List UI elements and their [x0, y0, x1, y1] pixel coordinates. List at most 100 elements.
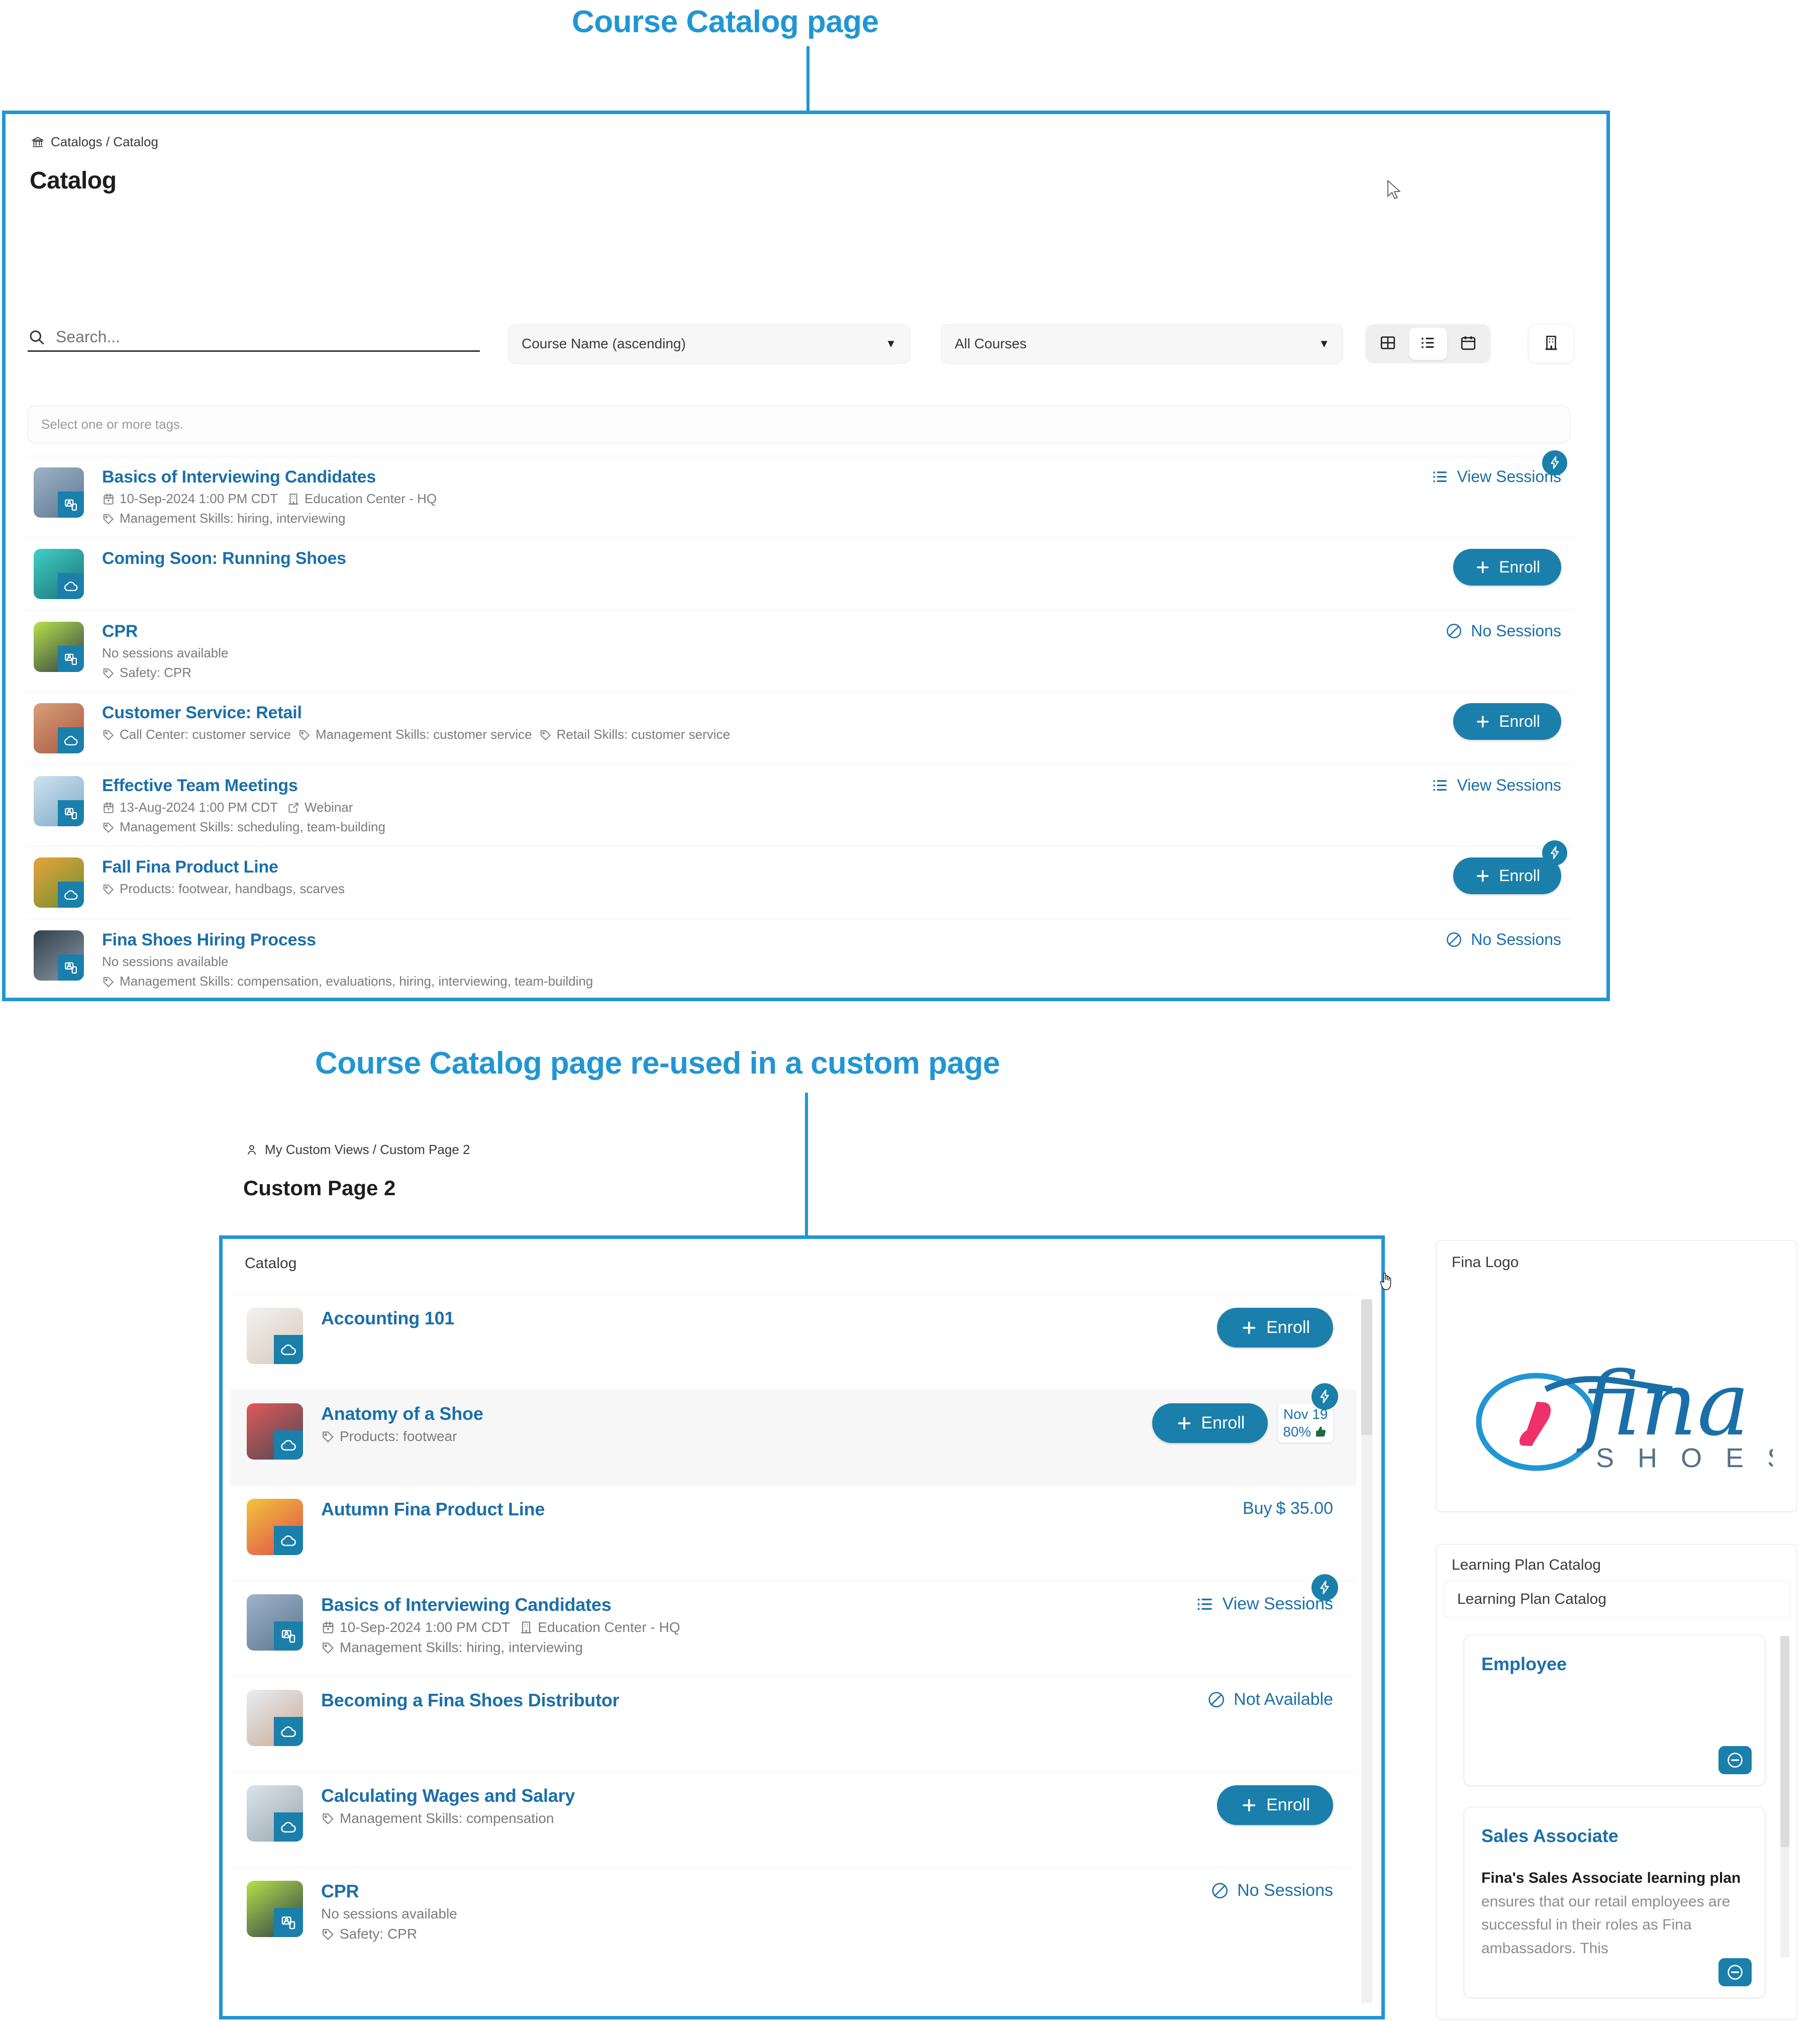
course-row[interactable]: Effective Team Meetings 13-Aug-2024 1:00 …	[26, 764, 1573, 846]
enroll-button[interactable]: Enroll	[1453, 857, 1561, 894]
course-tags: Management Skills: hiring, interviewing	[102, 511, 1416, 526]
course-title-link[interactable]: Basics of Interviewing Candidates	[102, 467, 1416, 487]
enroll-button-label: Enroll	[1499, 867, 1540, 885]
course-thumbnail[interactable]	[34, 930, 84, 981]
course-row[interactable]: Basics of Interviewing Candidates 10-Sep-…	[231, 1574, 1356, 1676]
course-row[interactable]: Becoming a Fina Shoes Distributor Not Ava…	[231, 1676, 1356, 1772]
course-row[interactable]: Customer Service: Retail Call Center: cus…	[26, 692, 1573, 764]
course-title-link[interactable]: Calculating Wages and Salary	[321, 1785, 1202, 1806]
thumbs-up-icon	[1314, 1425, 1328, 1439]
course-title-link[interactable]: Effective Team Meetings	[102, 776, 1416, 796]
course-title-link[interactable]: CPR	[321, 1881, 1195, 1902]
course-title-link[interactable]: CPR	[102, 622, 1430, 641]
course-filter-select[interactable]: All Courses ▼	[941, 324, 1343, 363]
learning-plan-subtitle-box[interactable]: Learning Plan Catalog	[1444, 1581, 1790, 1618]
course-thumbnail[interactable]	[34, 703, 84, 753]
course-action-area: View Sessions	[1431, 776, 1561, 795]
course-tags: Safety: CPR	[102, 665, 1430, 681]
calendar-view-button[interactable]	[1449, 328, 1487, 360]
course-title-link[interactable]: Fall Fina Product Line	[102, 857, 1438, 877]
course-thumbnail[interactable]	[247, 1594, 303, 1651]
course-title-link[interactable]: Customer Service: Retail	[102, 703, 1438, 723]
course-title-link[interactable]: Becoming a Fina Shoes Distributor	[321, 1690, 1192, 1711]
learning-plan-remove-button[interactable]	[1718, 1746, 1752, 1774]
course-thumbnail[interactable]	[247, 1881, 303, 1937]
course-thumbnail[interactable]	[34, 622, 84, 672]
course-tag-text: Call Center: customer service	[120, 727, 291, 742]
calendar-small-icon	[321, 1620, 335, 1634]
view-sessions-link[interactable]: View Sessions	[1431, 776, 1561, 795]
breadcrumb[interactable]: Catalogs / Catalog	[31, 134, 158, 150]
course-thumbnail[interactable]	[34, 467, 84, 518]
online-icon	[63, 732, 79, 748]
course-title-link[interactable]: Coming Soon: Running Shoes	[102, 549, 1438, 568]
tag-icon	[102, 728, 115, 741]
instant-enroll-badge[interactable]	[1311, 1383, 1338, 1410]
course-title-link[interactable]: Anatomy of a Shoe	[321, 1403, 1137, 1424]
course-tags: Management Skills: compensation, evaluat…	[102, 974, 1430, 989]
course-row[interactable]: Anatomy of a Shoe Products: footwear Enrol…	[231, 1383, 1356, 1485]
enroll-button[interactable]: Enroll	[1152, 1403, 1268, 1443]
chevron-down-icon: ▼	[1319, 337, 1330, 350]
view-sessions-link[interactable]: View Sessions	[1431, 467, 1561, 486]
online-icon	[63, 887, 79, 903]
view-toggle-group[interactable]	[1365, 324, 1491, 363]
brand-sub-text: S H O E S	[1596, 1443, 1773, 1473]
grid-view-button[interactable]	[1369, 328, 1407, 360]
learning-plan-scrollbar-thumb[interactable]	[1780, 1636, 1789, 1847]
enroll-button[interactable]: Enroll	[1453, 549, 1561, 586]
learning-plan-card[interactable]: Sales Associate Fina's Sales Associate le…	[1464, 1807, 1765, 1998]
course-thumbnail[interactable]	[247, 1308, 303, 1364]
enroll-button[interactable]: Enroll	[1217, 1308, 1333, 1348]
grid-view-icon	[1379, 334, 1396, 354]
course-row[interactable]: Fall Fina Product Line Products: footwear…	[26, 840, 1573, 919]
enroll-button[interactable]: Enroll	[1217, 1785, 1333, 1825]
building-icon	[519, 1620, 533, 1634]
learning-plan-card[interactable]: Employee	[1464, 1635, 1765, 1786]
sort-select[interactable]: Course Name (ascending) ▼	[508, 324, 910, 363]
course-row[interactable]: Fina Shoes Hiring Process No sessions ava…	[26, 919, 1573, 1000]
search-input[interactable]	[56, 328, 448, 346]
course-date: 13-Aug-2024 1:00 PM CDT	[102, 800, 278, 815]
course-info: Accounting 101	[321, 1308, 1202, 1333]
catalog-scrollbar-track[interactable]	[1361, 1299, 1372, 2003]
course-tag: Safety: CPR	[321, 1926, 417, 1942]
course-title-link[interactable]: Basics of Interviewing Candidates	[321, 1594, 1180, 1615]
course-filter-value: All Courses	[955, 336, 1027, 351]
course-thumbnail[interactable]	[247, 1785, 303, 1842]
course-thumbnail[interactable]	[34, 549, 84, 599]
instant-enroll-badge[interactable]	[1542, 450, 1567, 475]
course-row[interactable]: Autumn Fina Product Line Buy $ 35.00	[231, 1485, 1356, 1581]
catalog-scrollbar-thumb[interactable]	[1361, 1299, 1372, 1435]
custom-page-breadcrumb[interactable]: My Custom Views / Custom Page 2	[245, 1142, 470, 1158]
course-row[interactable]: Basics of Interviewing Candidates 10-Sep-…	[26, 450, 1573, 537]
course-thumbnail[interactable]	[247, 1690, 303, 1746]
learning-plan-scrollbar-track[interactable]	[1780, 1636, 1789, 1958]
instant-enroll-badge[interactable]	[1542, 840, 1567, 865]
custom-page-breadcrumb-text: My Custom Views / Custom Page 2	[265, 1142, 470, 1157]
locations-button[interactable]	[1528, 324, 1574, 363]
tags-input[interactable]: Select one or more tags.	[28, 406, 1570, 443]
course-thumbnail[interactable]	[247, 1403, 303, 1460]
course-row[interactable]: CPR No sessions available Safety: CPR No Se…	[231, 1867, 1356, 1963]
course-tag-text: Management Skills: hiring, interviewing	[340, 1640, 583, 1655]
search-field-wrapper[interactable]	[28, 328, 480, 352]
view-sessions-link[interactable]: View Sessions	[1195, 1594, 1333, 1614]
course-thumbnail[interactable]	[34, 857, 84, 908]
course-venue: Education Center - HQ	[287, 491, 437, 507]
course-row[interactable]: Calculating Wages and Salary Management S…	[231, 1772, 1356, 1867]
course-title-link[interactable]: Autumn Fina Product Line	[321, 1499, 1228, 1520]
buy-price-label[interactable]: Buy $ 35.00	[1243, 1499, 1333, 1518]
fina-logo: fina S H O E S	[1437, 1296, 1797, 1497]
instant-enroll-badge[interactable]	[1311, 1574, 1338, 1601]
course-thumbnail[interactable]	[34, 776, 84, 826]
course-title-link[interactable]: Fina Shoes Hiring Process	[102, 930, 1430, 950]
course-thumbnail[interactable]	[247, 1499, 303, 1555]
course-row[interactable]: Coming Soon: Running Shoes Enroll	[26, 537, 1573, 610]
course-row[interactable]: Accounting 101 Enroll	[231, 1294, 1356, 1390]
course-title-link[interactable]: Accounting 101	[321, 1308, 1202, 1329]
course-row[interactable]: CPR No sessions available Safety: CPR No Se…	[26, 610, 1573, 692]
learning-plan-remove-button[interactable]	[1718, 1958, 1752, 1986]
list-view-button[interactable]	[1409, 328, 1447, 360]
enroll-button[interactable]: Enroll	[1453, 703, 1561, 740]
